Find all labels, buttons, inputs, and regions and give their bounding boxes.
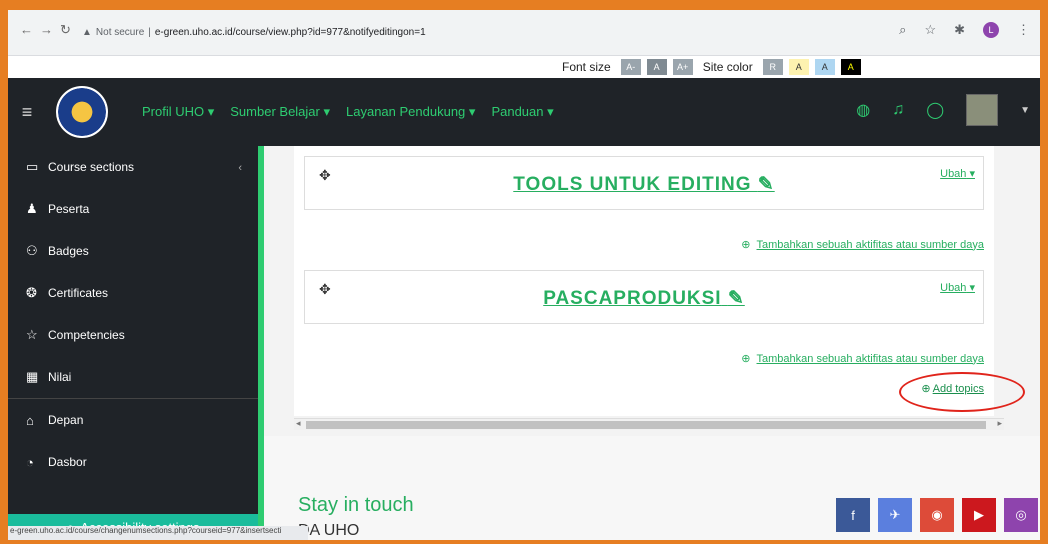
globe-icon[interactable]: ◍ [856, 100, 870, 120]
sidebar-item-competencies[interactable]: ☆ Competencies [8, 314, 258, 356]
extensions-icon[interactable]: ✱ [954, 22, 965, 38]
highlight-annotation [899, 372, 1025, 412]
color-yellow-button[interactable]: A [788, 59, 809, 75]
sidebar-item-peserta[interactable]: ♟ Peserta [8, 188, 258, 230]
youtube-icon[interactable]: ▶ [962, 498, 996, 532]
scrollbar-thumb[interactable] [306, 421, 986, 429]
color-reset-button[interactable]: R [762, 59, 783, 75]
page-footer: Stay in touch DA UHO f ✈ ◉ ▶ ◎ [264, 436, 1040, 540]
dashboard-icon: ◔ [26, 454, 34, 470]
plus-circle-icon: ⊕ [741, 353, 751, 365]
status-bar-url: e-green.uho.ac.id/course/changenumsectio… [8, 526, 308, 540]
sidebar-item-badges[interactable]: ⚇ Badges [8, 230, 258, 272]
browser-toolbar: ← → ↻ ▲ Not secure | e-green.uho.ac.id/c… [8, 10, 1040, 56]
collapse-chevron-icon[interactable]: ‹ [238, 162, 242, 174]
course-content: ✥ TOOLS UNTUK EDITING ✎ Ubah ▾ ⊕ Tambahk… [294, 146, 994, 416]
font-decrease-button[interactable]: A- [620, 59, 641, 75]
top-navbar: ≡ Profil UHO ▾ Sumber Belajar ▾ Layanan … [8, 78, 1040, 146]
scroll-left-arrow-icon[interactable]: ◂ [296, 418, 301, 429]
scroll-right-arrow-icon[interactable]: ▸ [997, 418, 1002, 429]
course-sidebar: ‹ ▭ Course sections ♟ Peserta ⚇ Badges ❂… [8, 146, 264, 540]
menu-panduan[interactable]: Panduan ▾ [491, 104, 553, 120]
plus-circle-icon: ⊕ [741, 239, 751, 251]
menu-profil-uho[interactable]: Profil UHO ▾ [142, 104, 214, 120]
main-menu: Profil UHO ▾ Sumber Belajar ▾ Layanan Pe… [142, 104, 554, 120]
sidebar-item-dasbor[interactable]: ◔ Dasbor [8, 441, 258, 483]
horizontal-scrollbar[interactable]: ◂ ▸ [294, 418, 1004, 430]
sidebar-item-nilai[interactable]: ▦ Nilai [8, 356, 258, 398]
university-logo[interactable] [56, 86, 108, 138]
social-links: f ✈ ◉ ▶ ◎ [836, 498, 1038, 532]
edit-menu-link[interactable]: Ubah ▾ [940, 281, 975, 294]
grades-icon: ▦ [26, 369, 39, 384]
add-activity-link[interactable]: ⊕ Tambahkan sebuah aktifitas atau sumber… [741, 238, 984, 252]
instagram-icon[interactable]: ◎ [1004, 498, 1038, 532]
color-blue-button[interactable]: A [814, 59, 835, 75]
address-bar[interactable]: ▲ Not secure | e-green.uho.ac.id/course/… [82, 20, 942, 44]
menu-sumber-belajar[interactable]: Sumber Belajar ▾ [230, 104, 330, 120]
sidebar-item-course-sections[interactable]: ▭ Course sections [8, 146, 258, 188]
home-icon: ⌂ [26, 412, 34, 428]
course-section: ✥ TOOLS UNTUK EDITING ✎ Ubah ▾ [304, 156, 984, 210]
section-title[interactable]: TOOLS UNTUK EDITING ✎ [305, 173, 983, 196]
browser-frame: ← → ↻ ▲ Not secure | e-green.uho.ac.id/c… [8, 10, 1040, 540]
menu-layanan-pendukung[interactable]: Layanan Pendukung ▾ [346, 104, 475, 120]
certificate-icon: ❂ [26, 285, 37, 300]
zoom-icon[interactable]: ⌕ [899, 22, 906, 38]
font-size-label: Font size [562, 60, 611, 74]
hamburger-menu-icon[interactable]: ≡ [8, 102, 46, 123]
folder-icon: ▭ [26, 159, 39, 174]
bookmark-star-icon[interactable]: ☆ [924, 22, 936, 38]
google-plus-icon[interactable]: ◉ [920, 498, 954, 532]
security-label: Not secure [95, 26, 145, 38]
site-color-label: Site color [702, 60, 753, 74]
edit-menu-link[interactable]: Ubah ▾ [940, 167, 975, 180]
main-content: ✥ TOOLS UNTUK EDITING ✎ Ubah ▾ ⊕ Tambahk… [264, 146, 1040, 540]
profile-avatar[interactable]: L [983, 22, 999, 38]
sidebar-item-depan[interactable]: ⌂ Depan [8, 399, 258, 441]
star-icon: ☆ [26, 327, 38, 342]
font-increase-button[interactable]: A+ [672, 59, 693, 75]
chat-bubble-icon[interactable]: ◯ [926, 100, 944, 120]
pencil-icon[interactable]: ✎ [758, 174, 775, 195]
user-menu-chevron-icon[interactable]: ▼ [1020, 105, 1030, 116]
pencil-icon[interactable]: ✎ [728, 288, 745, 309]
footer-heading: Stay in touch [298, 494, 414, 516]
add-activity-link[interactable]: ⊕ Tambahkan sebuah aktifitas atau sumber… [741, 352, 984, 366]
twitter-icon[interactable]: ✈ [878, 498, 912, 532]
user-avatar[interactable] [966, 94, 999, 126]
badge-icon: ⚇ [26, 243, 38, 258]
font-reset-button[interactable]: A [646, 59, 667, 75]
users-icon: ♟ [26, 201, 38, 216]
reload-icon[interactable]: ↻ [60, 22, 71, 38]
warning-icon: ▲ [82, 26, 92, 38]
bell-icon[interactable]: ♫ [892, 101, 904, 119]
facebook-icon[interactable]: f [836, 498, 870, 532]
course-section: ✥ PASCAPRODUKSI ✎ Ubah ▾ [304, 270, 984, 324]
kebab-menu-icon[interactable]: ⋮ [1017, 22, 1030, 38]
back-arrow-icon[interactable]: ← [20, 22, 33, 37]
color-black-button[interactable]: A [840, 59, 861, 75]
url-text: e-green.uho.ac.id/course/view.php?id=977… [154, 26, 426, 38]
forward-arrow-icon[interactable]: → [40, 22, 53, 37]
accessibility-bar: Font size A- A A+ Site color R A A A [8, 56, 1040, 78]
sidebar-item-certificates[interactable]: ❂ Certificates [8, 272, 258, 314]
section-title[interactable]: PASCAPRODUKSI ✎ [305, 287, 983, 310]
